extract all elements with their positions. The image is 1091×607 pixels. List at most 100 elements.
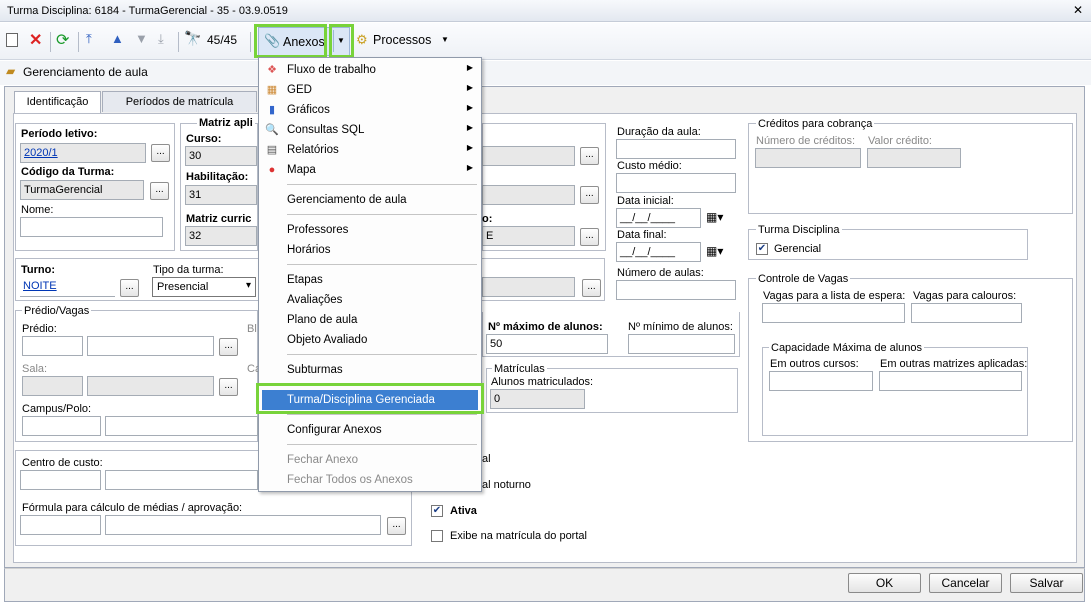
- menu-item-objeto-avaliado[interactable]: Objeto Avaliado: [259, 330, 481, 350]
- menu-item-plano-aula[interactable]: Plano de aula: [259, 310, 481, 330]
- num-creditos-field: [755, 148, 861, 168]
- highlight-turma-gerenciada: [256, 383, 484, 414]
- turno-field[interactable]: NOITE: [20, 277, 115, 297]
- anexos-menu: ❖ Fluxo de trabalho ▶ ▦ GED ▶ ▮ Gráficos ▶ 🔍 Co…: [258, 57, 482, 492]
- matriz-lookup-button[interactable]: ...: [580, 228, 599, 246]
- min-alunos-field[interactable]: [628, 334, 735, 354]
- tab-identificacao[interactable]: Identificação: [14, 91, 101, 114]
- formula-desc-field[interactable]: [105, 515, 381, 535]
- alunos-matriculados-label: Alunos matriculados:: [491, 376, 594, 388]
- close-icon[interactable]: ✕: [1073, 3, 1083, 17]
- numero-aulas-field[interactable]: [616, 280, 736, 300]
- codigo-turma-label: Código da Turma:: [21, 166, 115, 178]
- menu-item-avaliacoes[interactable]: Avaliações: [259, 290, 481, 310]
- next-record-icon[interactable]: ▼: [135, 31, 148, 46]
- turno-link[interactable]: NOITE: [23, 280, 57, 292]
- outras-matrizes-field[interactable]: [879, 371, 1022, 391]
- vagas-calouros-field[interactable]: [911, 303, 1022, 323]
- matriz-curricular-field[interactable]: 32: [185, 226, 257, 246]
- menu-item-relatorios[interactable]: ▤ Relatórios ▶: [259, 140, 481, 160]
- campus-code-field[interactable]: [22, 416, 101, 436]
- predio-code-field[interactable]: [22, 336, 83, 356]
- turno-desc-lookup-button[interactable]: ...: [582, 279, 601, 297]
- first-record-icon[interactable]: ⤒: [86, 31, 92, 47]
- data-final-field[interactable]: __/__/____: [616, 242, 701, 262]
- campus-desc-field[interactable]: [105, 416, 258, 436]
- calendar-icon[interactable]: ▦▾: [706, 210, 723, 224]
- valor-credito-field: [867, 148, 961, 168]
- processos-dropdown-arrow[interactable]: ▼: [441, 35, 449, 44]
- menu-item-horarios[interactable]: Horários: [259, 240, 481, 260]
- ok-button[interactable]: OK: [848, 573, 921, 593]
- numero-aulas-label: Número de aulas:: [617, 267, 704, 279]
- nome-field[interactable]: [20, 217, 163, 237]
- save-button[interactable]: Salvar: [1010, 573, 1083, 593]
- matriculas-label: Matrículas: [492, 363, 547, 375]
- periodo-letivo-field[interactable]: 2020/1: [20, 143, 146, 163]
- turno-lookup-button[interactable]: ...: [120, 279, 139, 297]
- menu-item-graficos[interactable]: ▮ Gráficos ▶: [259, 100, 481, 120]
- menu-item-fluxo-trabalho[interactable]: ❖ Fluxo de trabalho ▶: [259, 60, 481, 80]
- sala-label: Sala:: [22, 363, 48, 375]
- matriz-desc-field: E: [482, 226, 575, 246]
- menu-item-mapa[interactable]: ● Mapa ▶: [259, 160, 481, 180]
- last-record-icon[interactable]: ⤓: [158, 31, 164, 47]
- report-icon: ▤: [266, 144, 278, 156]
- bloco-partial-label: Bl: [247, 323, 257, 335]
- data-inicial-field[interactable]: __/__/____: [616, 208, 701, 228]
- menu-item-etapas[interactable]: Etapas: [259, 270, 481, 290]
- nome-label: Nome:: [21, 204, 54, 216]
- menu-item-subturmas[interactable]: Subturmas: [259, 360, 481, 380]
- menu-item-configurar-anexos[interactable]: Configurar Anexos: [259, 420, 481, 440]
- previous-record-icon[interactable]: ▲: [111, 31, 124, 46]
- periodo-letivo-link[interactable]: 2020/1: [24, 147, 58, 159]
- tipo-turma-select[interactable]: Presencial: [152, 277, 256, 297]
- ged-icon: ▦: [266, 84, 278, 96]
- predio-desc-field[interactable]: [87, 336, 214, 356]
- centro-custo-code-field[interactable]: [20, 470, 101, 490]
- sala-code-field: [22, 376, 83, 396]
- exibe-portal-checkbox[interactable]: [431, 530, 443, 542]
- menu-item-gerenciamento-aula[interactable]: Gerenciamento de aula: [259, 190, 481, 210]
- sala-lookup-button[interactable]: ...: [219, 378, 238, 396]
- periodo-letivo-lookup-button[interactable]: ...: [151, 144, 170, 162]
- habilitacao-desc-field: [482, 185, 575, 205]
- menu-item-ged[interactable]: ▦ GED ▶: [259, 80, 481, 100]
- ativa-checkbox[interactable]: ✔: [431, 505, 443, 517]
- processos-button[interactable]: Processos: [373, 33, 431, 47]
- max-alunos-label: Nº máximo de alunos:: [488, 321, 603, 333]
- turno-label: Turno:: [21, 264, 56, 276]
- gerencial-checkbox[interactable]: ✔: [756, 243, 768, 255]
- habilitacao-field[interactable]: 31: [185, 185, 257, 205]
- curso-lookup-button[interactable]: ...: [580, 147, 599, 165]
- habilitacao-lookup-button[interactable]: ...: [580, 186, 599, 204]
- centro-custo-desc-field[interactable]: [105, 470, 258, 490]
- predio-lookup-button[interactable]: ...: [219, 338, 238, 356]
- alunos-matriculados-field: 0: [490, 389, 585, 409]
- binoculars-icon[interactable]: 🔭: [184, 30, 201, 47]
- max-alunos-field[interactable]: 50: [486, 334, 608, 354]
- cancel-button[interactable]: Cancelar: [929, 573, 1002, 593]
- duracao-field[interactable]: [616, 139, 736, 159]
- vagas-espera-field[interactable]: [762, 303, 905, 323]
- habilitacao-label: Habilitação:: [186, 171, 249, 183]
- outros-cursos-label: Em outros cursos:: [770, 358, 859, 370]
- outros-cursos-field[interactable]: [769, 371, 873, 391]
- refresh-icon[interactable]: ⟳: [56, 30, 69, 50]
- formula-lookup-button[interactable]: ...: [387, 517, 406, 535]
- curso-field[interactable]: 30: [185, 146, 257, 166]
- chart-icon: ▮: [268, 104, 276, 116]
- tab-periodos-matricula[interactable]: Períodos de matrícula: [102, 91, 257, 112]
- custo-medio-field[interactable]: [616, 173, 736, 193]
- menu-item-professores[interactable]: Professores: [259, 220, 481, 240]
- delete-icon[interactable]: ✕: [29, 30, 42, 50]
- controle-vagas-label: Controle de Vagas: [756, 273, 851, 285]
- codigo-turma-field[interactable]: TurmaGerencial: [20, 180, 144, 200]
- calendar-icon[interactable]: ▦▾: [706, 244, 723, 258]
- predio-label: Prédio:: [22, 323, 57, 335]
- map-pin-icon: ●: [268, 164, 276, 176]
- formula-code-field[interactable]: [20, 515, 101, 535]
- codigo-turma-lookup-button[interactable]: ...: [150, 182, 169, 200]
- menu-item-consultas-sql[interactable]: 🔍 Consultas SQL ▶: [259, 120, 481, 140]
- new-document-icon[interactable]: [6, 33, 18, 47]
